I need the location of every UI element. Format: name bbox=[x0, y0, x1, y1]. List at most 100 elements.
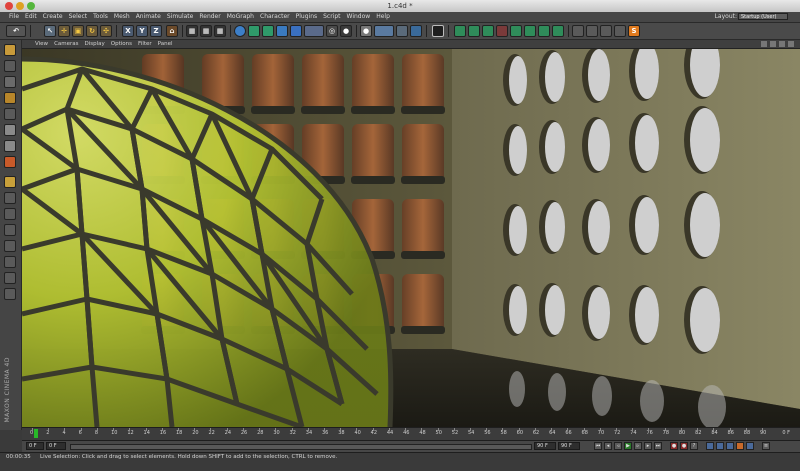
key-rotation-icon[interactable] bbox=[726, 442, 734, 450]
menu-item-mesh[interactable]: Mesh bbox=[111, 13, 133, 21]
key-position-icon[interactable] bbox=[706, 442, 714, 450]
frame-range-slider[interactable] bbox=[70, 444, 532, 450]
field-icon[interactable] bbox=[552, 25, 564, 37]
enable-axis-icon[interactable] bbox=[4, 176, 16, 188]
max-frame-field[interactable]: 90 F bbox=[558, 442, 580, 450]
magnet-icon[interactable] bbox=[4, 288, 16, 300]
live-selection-icon[interactable]: ↖ bbox=[44, 25, 56, 37]
paint-icon[interactable] bbox=[4, 272, 16, 284]
viewport-menu-cameras[interactable]: Cameras bbox=[51, 40, 81, 48]
auto-key-icon[interactable]: ● bbox=[680, 442, 688, 450]
menu-item-character[interactable]: Character bbox=[257, 13, 293, 21]
snap-icon[interactable] bbox=[572, 25, 584, 37]
viewport-menu-view[interactable]: View bbox=[32, 40, 51, 48]
viewport-menu-filter[interactable]: Filter bbox=[135, 40, 155, 48]
orbit-icon[interactable] bbox=[779, 41, 785, 47]
layer-icon[interactable] bbox=[4, 240, 16, 252]
goto-start-icon[interactable]: ⏮ bbox=[594, 442, 602, 450]
coordinate-system-icon[interactable]: ⌂ bbox=[166, 25, 178, 37]
make-editable-icon[interactable] bbox=[4, 44, 16, 56]
z-axis-button[interactable]: Z bbox=[150, 25, 162, 37]
menu-item-select[interactable]: Select bbox=[66, 13, 91, 21]
scene-icon[interactable] bbox=[304, 25, 324, 37]
start-frame-field[interactable]: 0 F bbox=[26, 442, 44, 450]
dynamics-icon[interactable] bbox=[524, 25, 536, 37]
toggle-view-icon[interactable] bbox=[788, 41, 794, 47]
array-icon[interactable] bbox=[276, 25, 288, 37]
play-icon[interactable]: ▶ bbox=[624, 442, 632, 450]
viewport-menu-display[interactable]: Display bbox=[82, 40, 108, 48]
key-pla-icon[interactable] bbox=[746, 442, 754, 450]
effector-icon[interactable] bbox=[538, 25, 550, 37]
viewport-menu-options[interactable]: Options bbox=[108, 40, 135, 48]
texture-mode-icon[interactable] bbox=[4, 92, 16, 104]
pan-icon[interactable] bbox=[761, 41, 767, 47]
workplane-icon[interactable] bbox=[586, 25, 598, 37]
layout-select[interactable]: Startup (User) bbox=[738, 13, 788, 20]
menu-item-create[interactable]: Create bbox=[40, 13, 66, 21]
cube-icon[interactable] bbox=[234, 25, 246, 37]
deformer-icon[interactable] bbox=[290, 25, 302, 37]
rotate-icon[interactable]: ↻ bbox=[86, 25, 98, 37]
menu-item-render[interactable]: Render bbox=[196, 13, 223, 21]
script-icon[interactable]: S bbox=[628, 25, 640, 37]
edges-mode-icon[interactable] bbox=[4, 140, 16, 152]
menu-item-edit[interactable]: Edit bbox=[22, 13, 40, 21]
guide-icon[interactable] bbox=[614, 25, 626, 37]
material-icon[interactable]: ● bbox=[360, 25, 372, 37]
lock-icon[interactable] bbox=[4, 256, 16, 268]
menu-item-file[interactable]: File bbox=[6, 13, 22, 21]
x-axis-button[interactable]: X bbox=[122, 25, 134, 37]
camera-icon[interactable]: ◎ bbox=[326, 25, 338, 37]
menu-item-script[interactable]: Script bbox=[320, 13, 343, 21]
light-icon[interactable]: ● bbox=[340, 25, 352, 37]
key-parameter-icon[interactable] bbox=[736, 442, 744, 450]
model-mode-icon[interactable] bbox=[4, 60, 16, 72]
spline-pen-icon[interactable] bbox=[248, 25, 260, 37]
nurbs-icon[interactable] bbox=[262, 25, 274, 37]
goto-end-icon[interactable]: ⏭ bbox=[654, 442, 662, 450]
tweak-mode-icon[interactable] bbox=[4, 192, 16, 204]
render-picture-icon[interactable]: ▦ bbox=[200, 25, 212, 37]
menu-item-animate[interactable]: Animate bbox=[133, 13, 164, 21]
transform-icon[interactable]: ✣ bbox=[100, 25, 112, 37]
move-icon[interactable]: ✛ bbox=[58, 25, 70, 37]
object-mode-icon[interactable] bbox=[4, 76, 16, 88]
polygons-mode-icon[interactable] bbox=[4, 156, 16, 168]
render-view-icon[interactable]: ▦ bbox=[186, 25, 198, 37]
menu-item-simulate[interactable]: Simulate bbox=[164, 13, 197, 21]
menu-item-tools[interactable]: Tools bbox=[90, 13, 111, 21]
keyframe-selection-icon[interactable]: ? bbox=[690, 442, 698, 450]
menu-item-window[interactable]: Window bbox=[344, 13, 374, 21]
undo-icon[interactable]: ↶ bbox=[6, 25, 26, 37]
viewport-menu-panel[interactable]: Panel bbox=[155, 40, 176, 48]
points-mode-icon[interactable] bbox=[4, 124, 16, 136]
solo-mode-icon[interactable] bbox=[4, 224, 16, 236]
prev-frame-icon[interactable]: ◃ bbox=[614, 442, 622, 450]
snap-mode-icon[interactable] bbox=[4, 208, 16, 220]
current-frame-indicator[interactable] bbox=[34, 429, 38, 438]
viewport-solo-icon[interactable] bbox=[432, 25, 444, 37]
next-key-icon[interactable]: ▸ bbox=[644, 442, 652, 450]
grid-icon[interactable] bbox=[600, 25, 612, 37]
3d-viewport[interactable] bbox=[22, 49, 800, 427]
display-icon[interactable] bbox=[374, 25, 394, 37]
background-icon[interactable] bbox=[410, 25, 422, 37]
character-icon[interactable] bbox=[496, 25, 508, 37]
end-frame-field[interactable]: 90 F bbox=[534, 442, 556, 450]
interpolation-icon[interactable]: ≡ bbox=[762, 442, 770, 450]
next-frame-icon[interactable]: ▹ bbox=[634, 442, 642, 450]
menu-item-help[interactable]: Help bbox=[373, 13, 393, 21]
scale-icon[interactable]: ▣ bbox=[72, 25, 84, 37]
menu-item-plugins[interactable]: Plugins bbox=[293, 13, 321, 21]
prev-key-icon[interactable]: ◂ bbox=[604, 442, 612, 450]
render-settings-icon[interactable]: ▦ bbox=[214, 25, 226, 37]
sky-icon[interactable] bbox=[396, 25, 408, 37]
mograph-cloner-icon[interactable] bbox=[468, 25, 480, 37]
mograph-fracture-icon[interactable] bbox=[482, 25, 494, 37]
workplane-mode-icon[interactable] bbox=[4, 108, 16, 120]
menu-item-mograph[interactable]: MoGraph bbox=[224, 13, 257, 21]
zoom-icon[interactable] bbox=[770, 41, 776, 47]
record-icon[interactable]: ● bbox=[670, 442, 678, 450]
y-axis-button[interactable]: Y bbox=[136, 25, 148, 37]
